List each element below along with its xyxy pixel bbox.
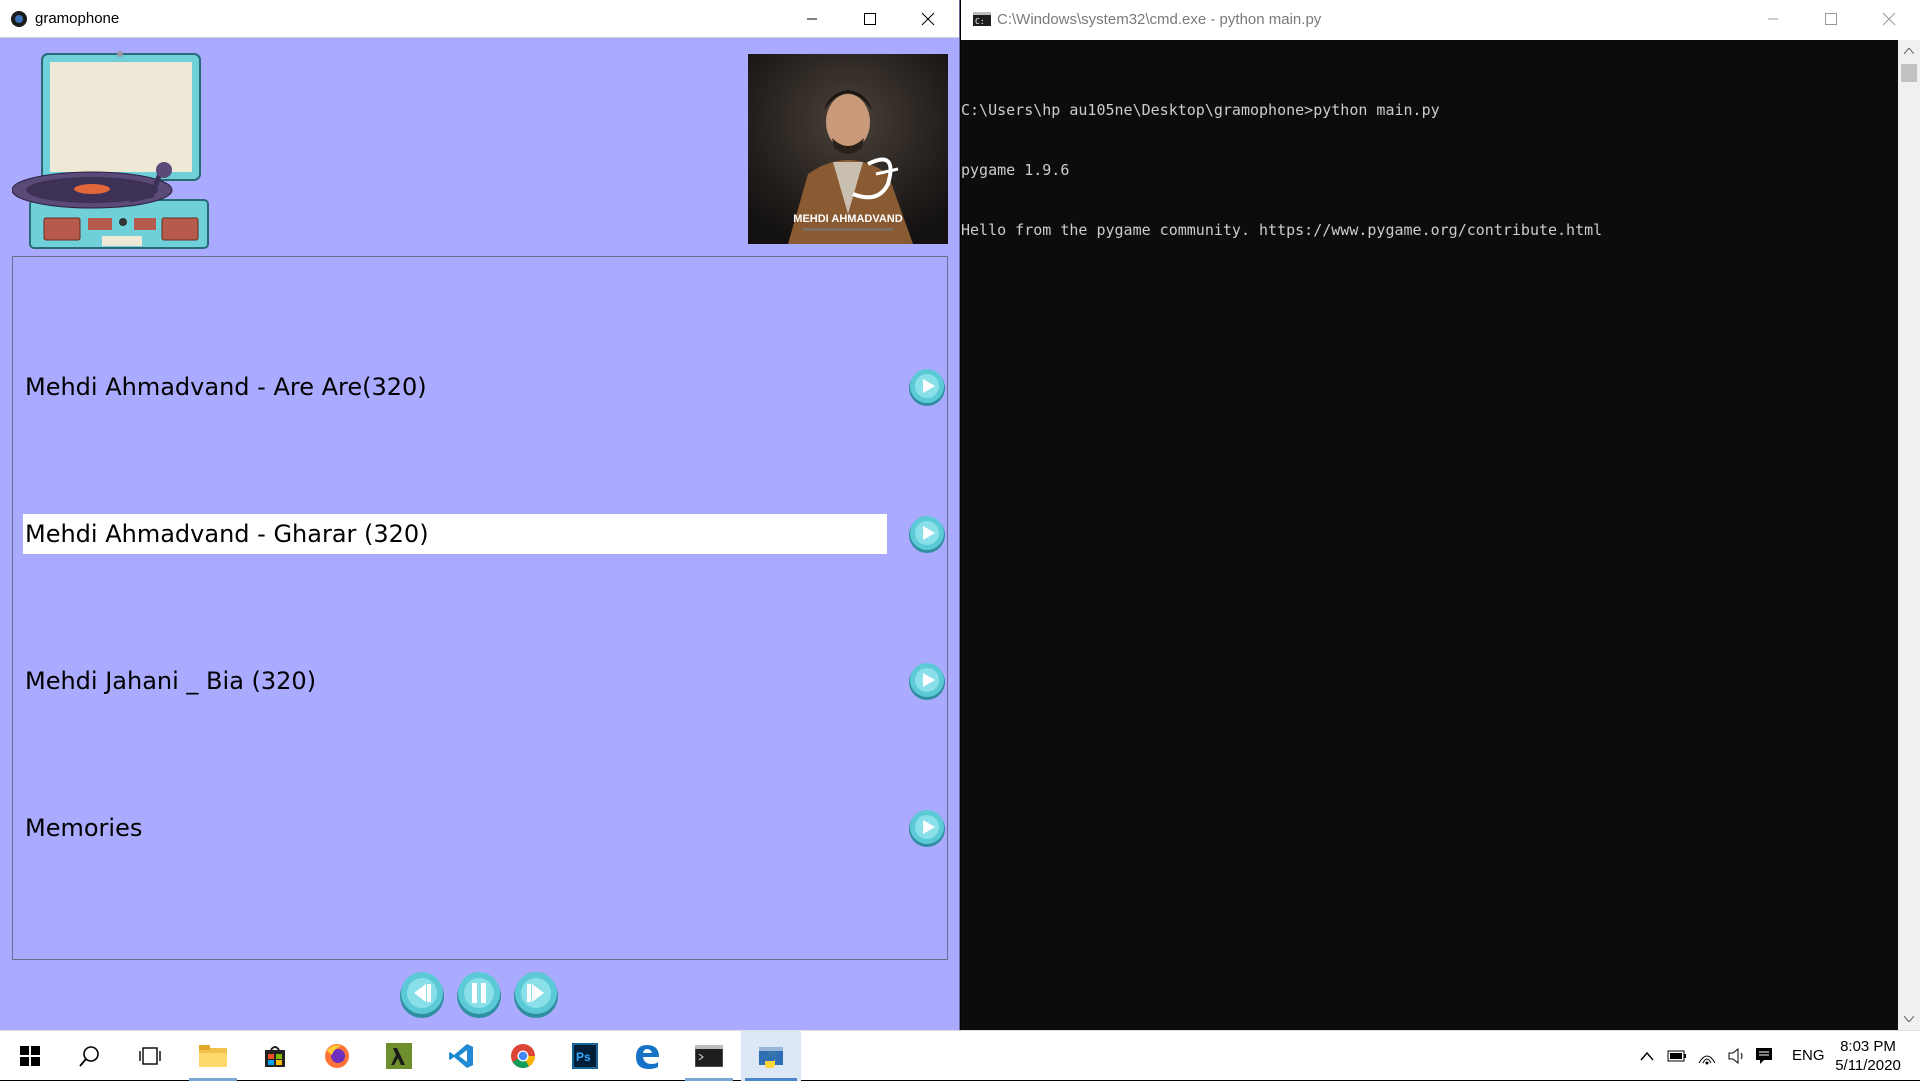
cmd-icon (695, 1045, 723, 1067)
svg-text:Ps: Ps (576, 1050, 591, 1064)
taskbar-vs-code[interactable] (431, 1031, 491, 1081)
volume-tray[interactable] (1727, 1046, 1747, 1066)
app-titlebar[interactable]: gramophone (0, 0, 959, 38)
taskbar-firefox[interactable] (307, 1031, 367, 1081)
album-artist-caption: MEHDI AHMADVAND (793, 213, 902, 225)
play-icon[interactable] (907, 514, 947, 554)
minimize-button[interactable] (783, 0, 841, 38)
task-view-icon (139, 1047, 161, 1065)
pygame-app-icon (11, 11, 27, 27)
windows-logo-icon (20, 1046, 40, 1066)
battery-icon (1667, 1050, 1686, 1062)
notification-icon (1756, 1048, 1772, 1064)
cmd-window: C: C:\Windows\system32\cmd.exe - python … (961, 0, 1920, 1030)
close-button[interactable] (899, 0, 957, 38)
firefox-icon (325, 1044, 349, 1068)
folder-icon (199, 1045, 227, 1067)
action-center-button[interactable] (1754, 1046, 1774, 1066)
taskbar: Ps ENG 8:03 PM 5/11/2020 (0, 1030, 1920, 1081)
gramophone-window: gramophone MEHDI AHMADVAND Mehdi Ahmadva… (0, 0, 960, 1030)
search-button[interactable] (60, 1031, 120, 1081)
store-icon (265, 1046, 285, 1067)
console-output[interactable]: C:\Users\hp au105ne\Desktop\gramophone>p… (961, 60, 1891, 280)
task-view-button[interactable] (120, 1031, 180, 1081)
maximize-button[interactable] (841, 0, 899, 38)
play-icon[interactable] (907, 367, 947, 407)
scroll-up-icon[interactable] (1904, 48, 1914, 54)
track-title[interactable]: Mehdi Jahani _ Bia (320) (23, 661, 887, 701)
playlist-item[interactable]: Mehdi Ahmadvand - Are Are(320) (23, 367, 945, 407)
taskbar-cmd[interactable] (679, 1031, 739, 1081)
next-button[interactable] (512, 970, 560, 1018)
playlist: Mehdi Ahmadvand - Are Are(320) Mehdi Ahm… (12, 256, 948, 960)
pause-button[interactable] (455, 970, 503, 1018)
start-button[interactable] (0, 1031, 60, 1081)
cmd-minimize-button[interactable] (1744, 0, 1802, 38)
lambda-icon (386, 1043, 412, 1069)
battery-tray[interactable] (1667, 1046, 1687, 1066)
taskbar-edge[interactable] (617, 1031, 677, 1081)
wifi-icon (1698, 1055, 1716, 1065)
taskbar-chrome[interactable] (493, 1031, 553, 1081)
playlist-item[interactable]: Mehdi Jahani _ Bia (320) (23, 661, 945, 701)
previous-button[interactable] (398, 970, 446, 1018)
track-title[interactable]: Mehdi Ahmadvand - Are Are(320) (23, 367, 887, 407)
console-line: pygame 1.9.6 (961, 161, 1070, 179)
playlist-item[interactable]: Memories (23, 808, 945, 848)
network-tray[interactable] (1697, 1046, 1717, 1066)
clock-date: 5/11/2020 (1835, 1057, 1901, 1074)
album-art: MEHDI AHMADVAND (748, 54, 948, 244)
play-icon[interactable] (907, 661, 947, 701)
language-indicator[interactable]: ENG (1792, 1047, 1825, 1064)
show-hidden-icons-button[interactable] (1637, 1046, 1657, 1066)
speaker-icon (1728, 1047, 1743, 1065)
taskbar-file-explorer[interactable] (183, 1031, 243, 1081)
cmd-titlebar[interactable]: C: C:\Windows\system32\cmd.exe - python … (961, 0, 1920, 40)
gramophone-illustration (12, 51, 209, 249)
edge-icon (636, 1045, 659, 1069)
python-icon (759, 1047, 783, 1068)
photoshop-icon: Ps (572, 1043, 598, 1069)
taskbar-photoshop[interactable]: Ps (555, 1031, 615, 1081)
clock-time: 8:03 PM (1840, 1038, 1896, 1055)
track-title[interactable]: Memories (23, 808, 887, 848)
cmd-maximize-button[interactable] (1802, 0, 1860, 38)
search-icon (79, 1046, 99, 1067)
console-line: Hello from the pygame community. https:/… (961, 221, 1603, 239)
play-icon[interactable] (907, 808, 947, 848)
taskbar-lambda-app[interactable] (369, 1031, 429, 1081)
taskbar-python[interactable] (741, 1031, 801, 1081)
scrollbar-thumb[interactable] (1901, 64, 1917, 82)
track-title[interactable]: Mehdi Ahmadvand - Gharar (320) (23, 514, 887, 554)
playlist-item[interactable]: Mehdi Ahmadvand - Gharar (320) (23, 514, 945, 554)
svg-text:C:: C: (975, 17, 985, 26)
taskbar-microsoft-store[interactable] (245, 1031, 305, 1081)
scroll-down-icon[interactable] (1904, 1016, 1914, 1022)
app-window-title: gramophone (35, 10, 120, 27)
cmd-app-icon: C: (973, 12, 991, 26)
cmd-close-button[interactable] (1860, 0, 1918, 38)
cmd-scrollbar[interactable] (1898, 40, 1920, 1030)
console-line: C:\Users\hp au105ne\Desktop\gramophone>p… (961, 101, 1440, 119)
vscode-icon (449, 1044, 473, 1068)
cmd-window-title: C:\Windows\system32\cmd.exe - python mai… (997, 11, 1322, 28)
chrome-icon (511, 1044, 535, 1069)
chevron-up-icon (1640, 1051, 1654, 1061)
clock[interactable]: 8:03 PM 5/11/2020 (1828, 1037, 1908, 1075)
